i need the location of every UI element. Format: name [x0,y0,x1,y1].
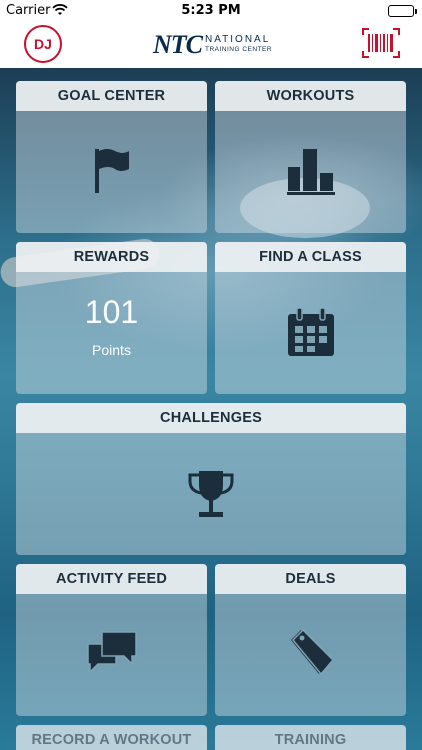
tile-title: FIND A CLASS [215,242,406,272]
tile-title: TRAINING [215,725,406,750]
flag-icon [93,147,131,200]
record-a-workout-tile[interactable]: RECORD A WORKOUT [16,725,207,750]
ntc-logo: NTC NATIONAL TRAINING CENTER [153,30,272,60]
goal-center-tile[interactable]: GOAL CENTER [16,81,207,233]
chat-icon [86,630,138,681]
profile-avatar-button[interactable]: DJ [24,25,62,63]
battery-icon [388,5,417,17]
rewards-tile[interactable]: REWARDS 101 Points [16,242,207,394]
tile-title: ACTIVITY FEED [16,564,207,594]
challenges-tile[interactable]: CHALLENGES [16,403,406,555]
tile-title: WORKOUTS [215,81,406,111]
activity-feed-tile[interactable]: ACTIVITY FEED [16,564,207,716]
logo-mark: NTC [153,30,203,59]
logo-line-training-center: TRAINING CENTER [205,46,273,53]
tile-title: DEALS [215,564,406,594]
training-tile[interactable]: TRAINING [215,725,406,750]
calendar-icon [287,307,334,361]
deals-tile[interactable]: DEALS [215,564,406,716]
bar-chart-icon [286,147,335,200]
logo-line-national: NATIONAL [205,34,271,45]
tile-title: REWARDS [16,242,207,272]
barcode-icon [362,28,400,58]
rewards-points-unit: Points [92,342,131,358]
tile-title: CHALLENGES [16,403,406,433]
status-bar: Carrier 5:23 PM [0,0,422,22]
workouts-tile[interactable]: WORKOUTS [215,81,406,233]
barcode-button[interactable] [362,28,400,58]
tag-icon [287,628,335,683]
tile-title: GOAL CENTER [16,81,207,111]
clock-time: 5:23 PM [181,3,241,18]
trophy-icon [187,469,235,524]
app-header: DJ NTC NATIONAL TRAINING CENTER [0,22,422,68]
find-a-class-tile[interactable]: FIND A CLASS [215,242,406,394]
tile-title: RECORD A WORKOUT [16,725,207,750]
rewards-points-value: 101 [84,294,139,330]
